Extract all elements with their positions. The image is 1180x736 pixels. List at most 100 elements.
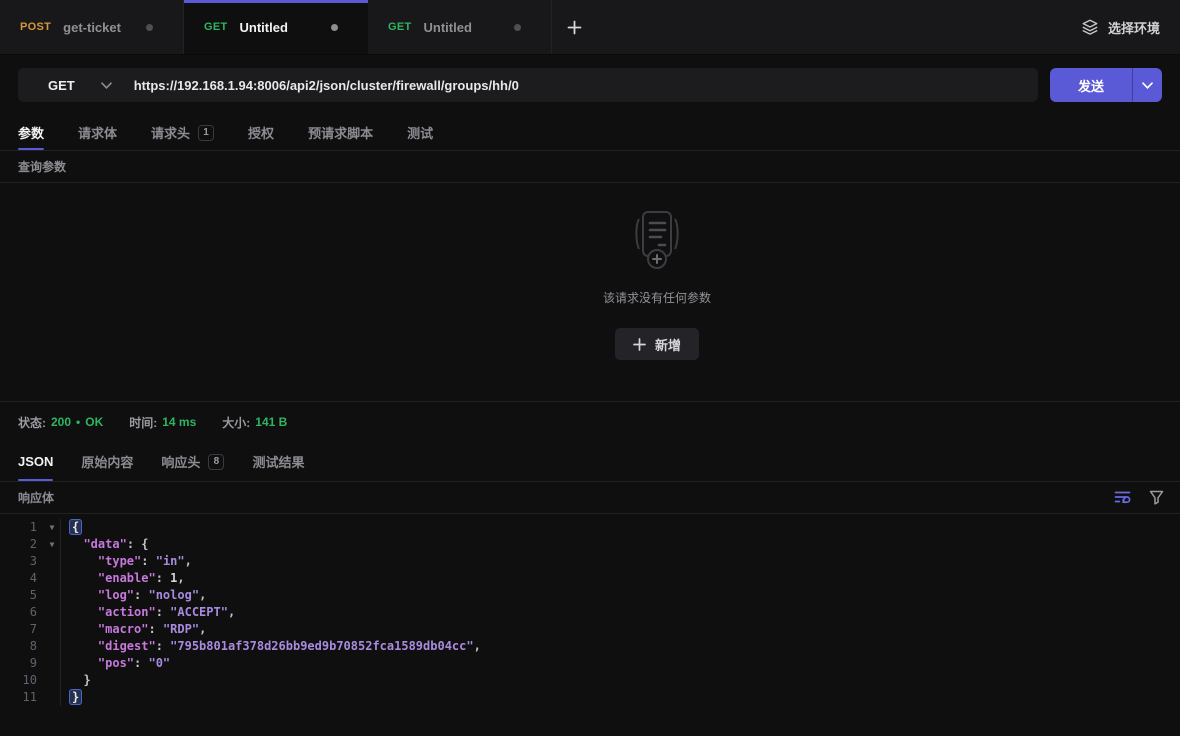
code-line: 4 "enable": 1, xyxy=(0,570,1180,587)
method-selected: GET xyxy=(48,78,75,93)
method-badge-get: GET xyxy=(204,21,228,33)
add-param-button[interactable]: 新增 xyxy=(615,328,699,360)
request-url-row: GET https://192.168.1.94:8006/api2/json/… xyxy=(0,55,1180,115)
tab-tests[interactable]: 测试 xyxy=(407,115,433,150)
tab-response-raw[interactable]: 原始内容 xyxy=(81,443,133,481)
line-number: 6 xyxy=(0,604,44,621)
line-number: 7 xyxy=(0,621,44,638)
tab-label: 测试 xyxy=(407,123,433,142)
fold-arrow-icon[interactable]: ▼ xyxy=(44,519,60,536)
add-param-label: 新增 xyxy=(655,335,681,354)
fold-gutter xyxy=(44,553,60,570)
empty-params-text: 该请求没有任何参数 xyxy=(603,289,711,306)
method-badge-get: GET xyxy=(388,21,412,33)
code-line: 10 } xyxy=(0,672,1180,689)
code-line-content: "log": "nolog", xyxy=(60,587,1180,604)
plus-icon xyxy=(633,338,646,351)
tab-label: 授权 xyxy=(248,123,274,142)
code-line: 7 "macro": "RDP", xyxy=(0,621,1180,638)
code-line-content: "pos": "0" xyxy=(60,655,1180,672)
request-tab-get-ticket[interactable]: POST get-ticket xyxy=(0,0,184,54)
code-line: 8 "digest": "795b801af378d26bb9ed9b70852… xyxy=(0,638,1180,655)
fold-arrow-icon[interactable]: ▼ xyxy=(44,536,60,553)
tab-label: 请求头 xyxy=(151,123,190,142)
tab-pre-request-script[interactable]: 预请求脚本 xyxy=(308,115,373,150)
code-line-content: "data": { xyxy=(60,536,1180,553)
code-line-content: } xyxy=(60,672,1180,689)
code-line-content: "enable": 1, xyxy=(60,570,1180,587)
params-empty-area: 该请求没有任何参数 新增 xyxy=(0,183,1180,401)
response-body-code[interactable]: 1▼{2▼ "data": {3 "type": "in",4 "enable"… xyxy=(0,514,1180,736)
response-body-header: 响应体 xyxy=(0,482,1180,514)
request-tab-untitled[interactable]: GET Untitled xyxy=(368,0,552,54)
fold-gutter xyxy=(44,587,60,604)
line-number: 10 xyxy=(0,672,44,689)
tab-label: 参数 xyxy=(18,123,44,142)
fold-gutter xyxy=(44,638,60,655)
size-label: 大小: xyxy=(222,414,250,431)
method-badge-post: POST xyxy=(20,21,51,33)
tab-label: 原始内容 xyxy=(81,452,133,471)
code-line-content: } xyxy=(60,689,1180,706)
code-line: 2▼ "data": { xyxy=(0,536,1180,553)
tab-auth[interactable]: 授权 xyxy=(248,115,274,150)
tab-response-headers[interactable]: 响应头8 xyxy=(161,443,224,481)
tab-response-json[interactable]: JSON xyxy=(18,443,53,481)
filter-funnel-icon xyxy=(1149,490,1164,505)
tab-label: 请求体 xyxy=(78,123,117,142)
line-number: 4 xyxy=(0,570,44,587)
code-line: 1▼{ xyxy=(0,519,1180,536)
fold-gutter xyxy=(44,672,60,689)
chevron-down-icon xyxy=(101,82,112,89)
wrap-lines-button[interactable] xyxy=(1114,490,1131,504)
code-line: 9 "pos": "0" xyxy=(0,655,1180,672)
fold-gutter xyxy=(44,570,60,587)
code-line: 6 "action": "ACCEPT", xyxy=(0,604,1180,621)
tab-title: get-ticket xyxy=(63,20,121,35)
code-line: 11} xyxy=(0,689,1180,706)
response-tabs: JSON 原始内容 响应头8 测试结果 xyxy=(0,443,1180,482)
tab-body[interactable]: 请求体 xyxy=(78,115,117,150)
request-tab-bar: POST get-ticket GET Untitled GET Untitle… xyxy=(0,0,1180,55)
line-number: 2 xyxy=(0,536,44,553)
empty-params-icon xyxy=(625,209,689,271)
url-input[interactable]: https://192.168.1.94:8006/api2/json/clus… xyxy=(134,78,519,93)
tab-label: JSON xyxy=(18,454,53,469)
tab-test-results[interactable]: 测试结果 xyxy=(252,443,304,481)
url-bar: GET https://192.168.1.94:8006/api2/json/… xyxy=(18,68,1038,102)
send-label: 发送 xyxy=(1050,68,1132,102)
send-button[interactable]: 发送 xyxy=(1050,68,1162,102)
environment-selector[interactable]: 选择环境 xyxy=(1081,18,1160,37)
time-label: 时间: xyxy=(129,414,157,431)
unsaved-dot-icon xyxy=(514,24,521,31)
fold-gutter xyxy=(44,604,60,621)
tab-params[interactable]: 参数 xyxy=(18,115,44,150)
response-status-bar: 状态: 200 • OK 时间: 14 ms 大小: 141 B xyxy=(0,401,1180,443)
environment-label: 选择环境 xyxy=(1108,18,1160,37)
send-options-caret[interactable] xyxy=(1132,68,1162,102)
tab-label: 预请求脚本 xyxy=(308,123,373,142)
line-number: 11 xyxy=(0,689,44,706)
fold-gutter xyxy=(44,655,60,672)
chevron-down-icon xyxy=(1142,82,1153,89)
tab-label: 测试结果 xyxy=(252,452,304,471)
unsaved-dot-icon xyxy=(331,24,338,31)
filter-button[interactable] xyxy=(1149,490,1164,505)
line-number: 9 xyxy=(0,655,44,672)
plus-icon xyxy=(567,20,582,35)
new-tab-button[interactable] xyxy=(552,0,596,54)
line-number: 3 xyxy=(0,553,44,570)
tab-headers[interactable]: 请求头1 xyxy=(151,115,214,150)
code-line-content: "type": "in", xyxy=(60,553,1180,570)
response-headers-count-badge: 8 xyxy=(208,454,224,470)
status-separator: • xyxy=(76,415,80,429)
request-tab-untitled-active[interactable]: GET Untitled xyxy=(184,0,368,54)
tab-title: Untitled xyxy=(424,20,472,35)
size-value: 141 B xyxy=(255,415,287,429)
code-line-content: "digest": "795b801af378d26bb9ed9b70852fc… xyxy=(60,638,1180,655)
tab-title: Untitled xyxy=(240,20,288,35)
status-text: OK xyxy=(85,415,103,429)
method-dropdown[interactable]: GET xyxy=(18,78,134,93)
fold-gutter xyxy=(44,689,60,706)
request-config-tabs: 参数 请求体 请求头1 授权 预请求脚本 测试 xyxy=(0,115,1180,151)
